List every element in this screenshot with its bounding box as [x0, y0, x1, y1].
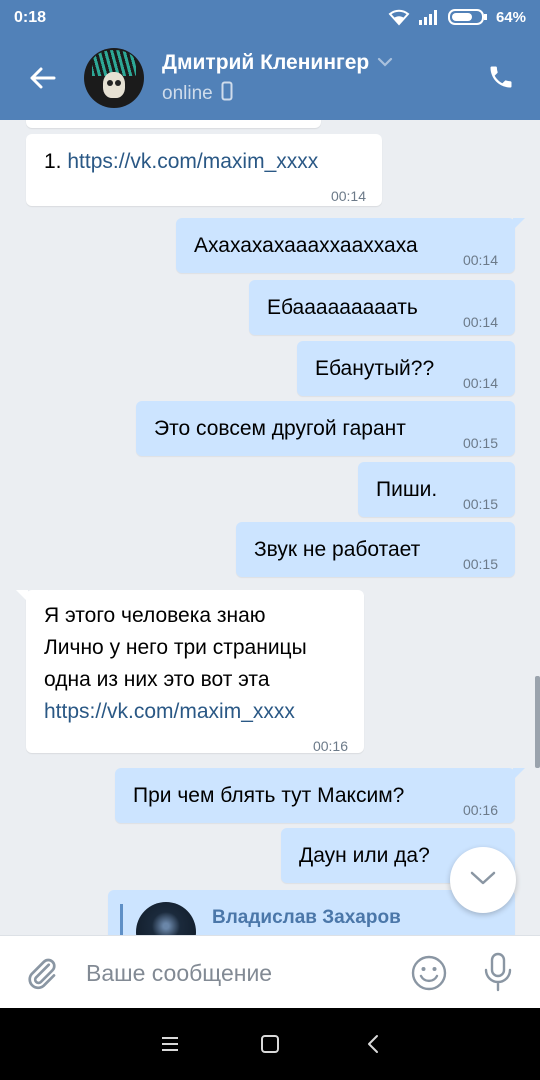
message-time: 00:15 — [462, 435, 498, 451]
message-text-line: Лично у него три страницы — [44, 636, 307, 659]
nav-back-icon[interactable] — [362, 1032, 386, 1056]
chevron-down-icon — [377, 54, 393, 72]
battery-icon — [447, 9, 488, 25]
outgoing-message[interactable]: Ахахахахаааххааххаха 00:14 — [176, 218, 525, 273]
message-text: Это совсем другой гарант — [154, 417, 406, 440]
message-text: Ебанутый?? — [315, 357, 435, 380]
call-button[interactable] — [484, 62, 518, 96]
outgoing-message[interactable]: Ебааааааааать 00:14 — [249, 280, 515, 335]
outgoing-message[interactable]: Пиши. 00:15 — [358, 462, 515, 517]
phone-icon — [487, 63, 515, 96]
message-time: 00:14 — [462, 314, 498, 330]
message-time: 00:14 — [462, 375, 498, 391]
status-icons: 64% — [388, 8, 526, 26]
message-time: 00:16 — [462, 802, 498, 818]
message-text: Пиши. — [376, 478, 438, 501]
composer: Ваше сообщение — [0, 935, 540, 1008]
status-time: 0:18 — [14, 9, 47, 26]
message-text: Ебааааааааать — [267, 296, 418, 319]
message-text: При чем блять тут Максим? — [133, 784, 405, 807]
message-time: 00:16 — [312, 738, 348, 754]
back-arrow-icon — [28, 66, 56, 95]
mobile-icon — [221, 81, 233, 106]
battery-percent: 64% — [495, 8, 526, 26]
outgoing-message[interactable]: Звук не работает 00:15 — [236, 522, 515, 577]
forward-indicator — [120, 904, 123, 935]
message-link[interactable]: https://vk.com/maxim_xxxx — [67, 150, 318, 173]
message-text-line: одна из них это вот эта — [44, 668, 270, 691]
incoming-message[interactable]: Я этого человека знаю Лично у него три с… — [16, 590, 364, 754]
message-time: 00:15 — [462, 556, 498, 572]
outgoing-message[interactable]: При чем блять тут Максим? 00:16 — [115, 768, 525, 823]
message-link[interactable]: https://vk.com/maxim_xxxx — [44, 696, 307, 728]
message-list[interactable]: 1. https://vk.com/maxim_xxxx 00:14 Ахаха… — [0, 120, 540, 935]
scroll-down-button[interactable] — [450, 847, 516, 913]
forward-author[interactable]: Владислав Захаров — [212, 906, 401, 930]
home-icon[interactable] — [258, 1032, 282, 1056]
message-bubble-partial[interactable] — [26, 120, 321, 128]
back-button[interactable] — [22, 60, 62, 100]
message-time: 00:14 — [462, 252, 498, 268]
avatar[interactable] — [84, 48, 144, 108]
outgoing-message[interactable]: Это совсем другой гарант 00:15 — [136, 401, 515, 456]
forward-avatar — [136, 902, 196, 935]
message-text: Даун или да? — [299, 844, 430, 867]
message-time: 00:15 — [462, 496, 498, 512]
microphone-icon[interactable] — [480, 952, 516, 992]
outgoing-message[interactable]: Ебанутый?? 00:14 — [297, 341, 515, 396]
scrollbar[interactable] — [535, 676, 540, 768]
chat-title[interactable]: Дмитрий Кленингер online — [162, 51, 393, 106]
menu-icon[interactable] — [158, 1032, 182, 1056]
attach-icon[interactable] — [24, 955, 60, 991]
message-time: 00:14 — [330, 188, 366, 204]
scroll-down-icon — [470, 870, 496, 891]
system-nav-bar — [0, 1008, 540, 1080]
emoji-icon[interactable] — [410, 954, 448, 992]
message-text: Звук не работает — [254, 538, 421, 561]
message-text-line: Я этого человека знаю — [44, 604, 266, 627]
chat-header: Дмитрий Кленингер online — [0, 38, 540, 120]
message-text: Ахахахахаааххааххаха — [194, 234, 418, 257]
signal-icon — [418, 9, 440, 25]
contact-status: online — [162, 82, 213, 104]
wifi-icon — [388, 8, 410, 26]
status-bar: 0:18 64% — [0, 0, 540, 38]
incoming-message[interactable]: 1. https://vk.com/maxim_xxxx 00:14 — [26, 134, 382, 206]
contact-name: Дмитрий Кленингер — [162, 51, 370, 74]
message-text: 1. — [44, 150, 68, 173]
message-input[interactable]: Ваше сообщение — [86, 960, 272, 987]
